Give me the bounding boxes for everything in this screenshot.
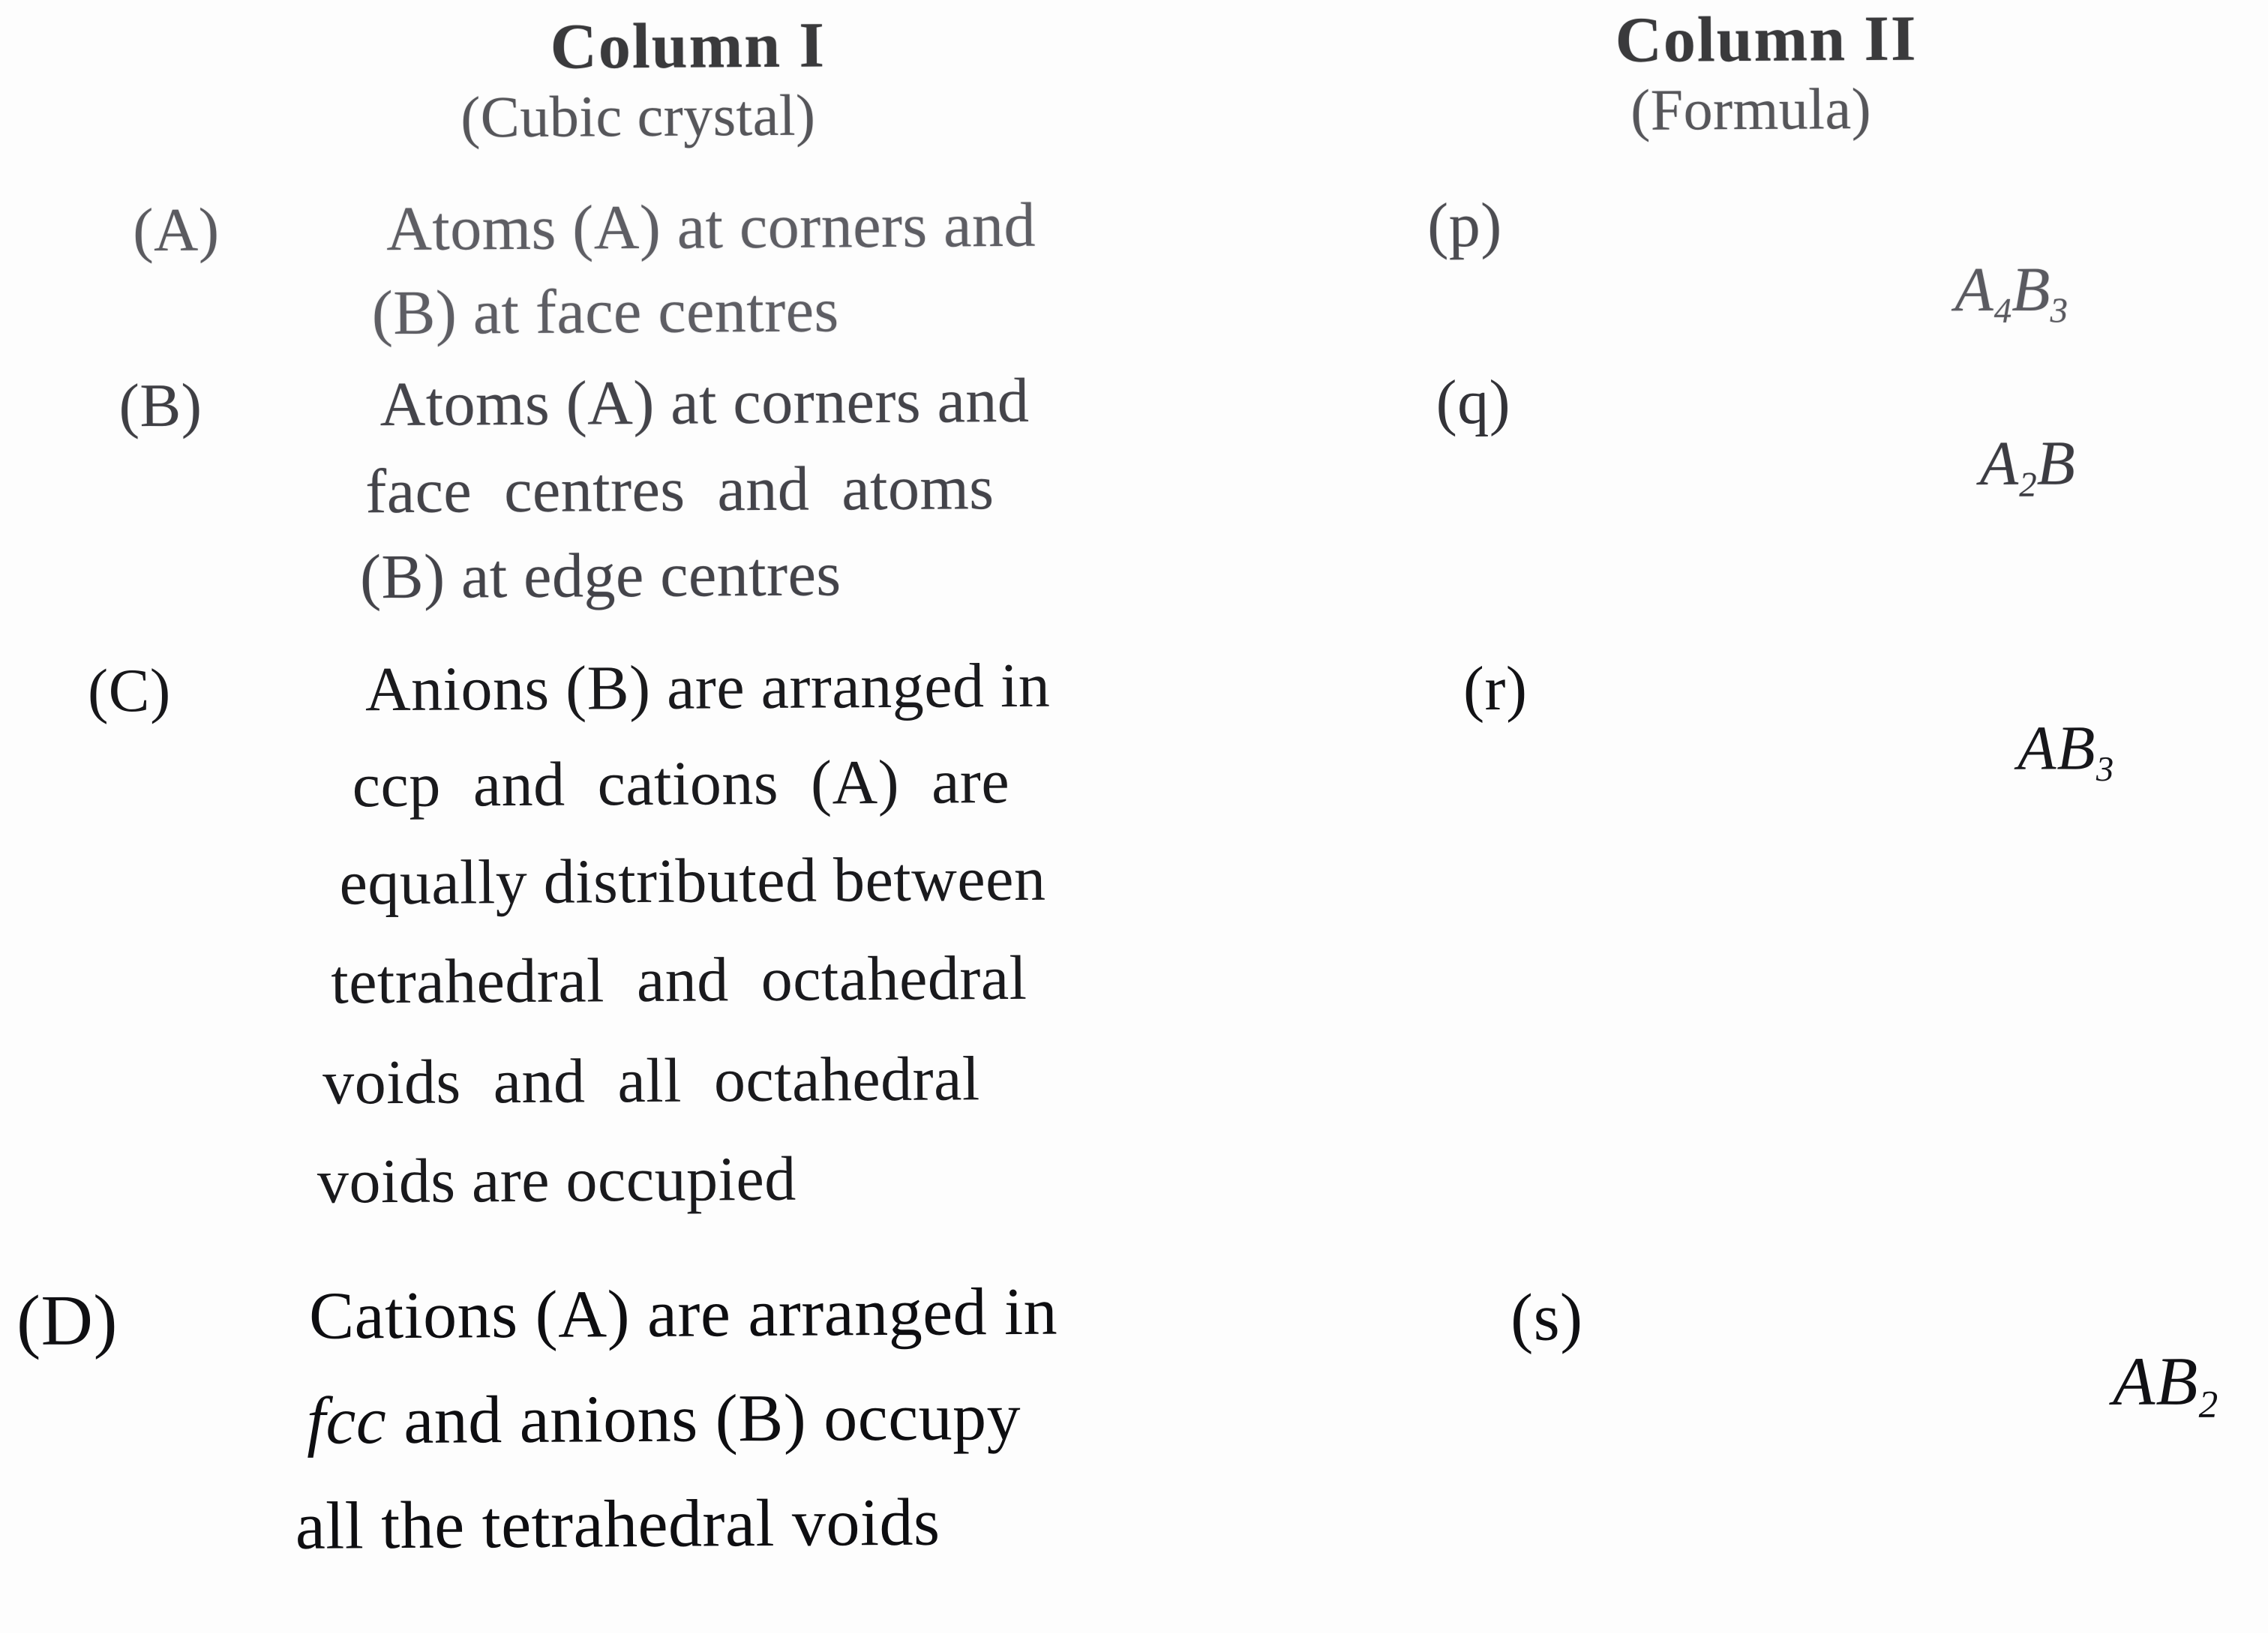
- formula-q-base1: A: [1979, 428, 2020, 499]
- row-b-line-2: face centres and atoms: [365, 453, 994, 527]
- row-a-formula: A4B3: [1856, 195, 2068, 393]
- row-label-c: (C): [87, 655, 172, 725]
- row-d-line-3: all the tetrahedral voids: [295, 1485, 940, 1564]
- row-d-line-1: Cations (A) are arranged in: [308, 1274, 1058, 1354]
- row-d-marker-s: (s): [1510, 1280, 1583, 1355]
- row-b-formula: A2B: [1881, 369, 2075, 567]
- column-ii-title: Column II: [1615, 1, 1918, 76]
- row-b-marker-q: (q): [1436, 367, 1511, 438]
- column-i-title: Column I: [550, 8, 826, 82]
- formula-r-base1: AB: [2017, 713, 2096, 784]
- formula-p-sub2: 3: [2050, 291, 2068, 331]
- row-c-line-4: tetrahedral and octahedral: [331, 943, 1028, 1018]
- row-b-line-3: (B) at edge centres: [359, 539, 842, 613]
- row-c-line-1: Anions (B) are arranged in: [364, 650, 1051, 725]
- scanned-page: Column I (Cubic crystal) Column II (Form…: [0, 0, 2268, 1633]
- row-c-line-5: voids and all octahedral: [322, 1044, 980, 1118]
- formula-s-base1: AB: [2112, 1342, 2199, 1420]
- formula-q-sub1: 2: [2018, 465, 2037, 505]
- row-c-formula: AB3: [1919, 654, 2114, 852]
- formula-q-base2: B: [2036, 428, 2076, 499]
- row-d-line-2-rest: and anions (B) occupy: [386, 1379, 1022, 1459]
- formula-r-sub1: 3: [2096, 750, 2114, 790]
- row-d-formula: AB2: [2006, 1277, 2218, 1495]
- row-d-line-2: fcc and anions (B) occupy: [306, 1380, 1022, 1459]
- row-b-line-1: Atoms (A) at corners and: [380, 365, 1030, 440]
- row-d-fcc-italic: fcc: [306, 1384, 387, 1459]
- row-a-marker-p: (p): [1426, 190, 1502, 261]
- row-label-a: (A): [132, 195, 220, 265]
- column-ii-subtitle: (Formula): [1630, 75, 1872, 142]
- row-c-line-2: ccp and cations (A) are: [352, 747, 1010, 821]
- formula-p-base2: B: [2011, 254, 2050, 325]
- column-i-subtitle: (Cubic crystal): [460, 82, 816, 150]
- row-a-line-2: (B) at face centres: [371, 275, 839, 349]
- row-c-marker-r: (r): [1462, 653, 1528, 724]
- row-a-line-1: Atoms (A) at corners and: [386, 190, 1036, 265]
- page-content: Column I (Cubic crystal) Column II (Form…: [0, 0, 2268, 1640]
- row-label-d: (D): [16, 1279, 118, 1361]
- row-c-line-3: equally distributed between: [339, 844, 1046, 919]
- formula-p-sub1: 4: [1994, 291, 2012, 331]
- row-c-line-6: voids are occupied: [316, 1144, 796, 1217]
- formula-p-base1: A: [1954, 254, 1994, 325]
- row-label-b: (B): [118, 370, 202, 440]
- formula-s-sub1: 2: [2198, 1383, 2218, 1426]
